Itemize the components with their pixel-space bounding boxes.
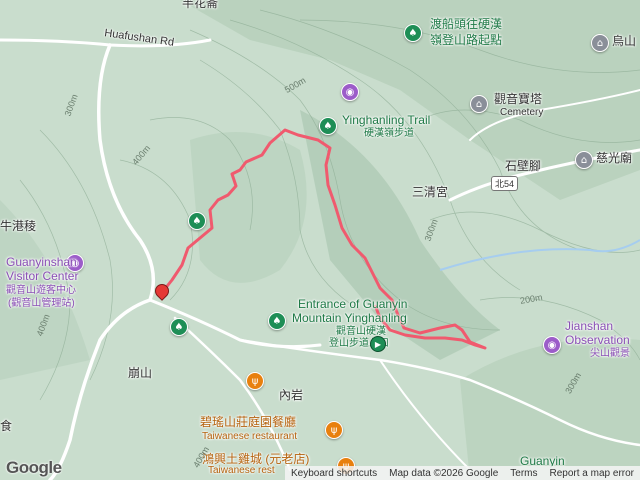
poi-jianshan-en1: Jianshan <box>565 319 614 333</box>
place-shibijiao: 石壁腳 <box>505 159 542 173</box>
wushan-marker-icon[interactable]: ⌂ <box>591 34 609 52</box>
entrance-trail-marker-icon[interactable]: ♠ <box>268 312 286 330</box>
place-sanqinggong: 三清宮 <box>412 185 449 199</box>
poi-pagoda-zh: 觀音寶塔 <box>494 92 543 106</box>
trailhead-marker-icon[interactable]: ♠ <box>188 212 206 230</box>
poi-ferry-line1: 渡船頭往硬漢 <box>430 17 503 31</box>
poi-pagoda-en: Cemetery <box>500 107 544 118</box>
poi-ferry-line2: 嶺登山路起點 <box>430 33 503 47</box>
poi-entrance-en2: Mountain Yinghanling <box>292 311 407 325</box>
map-data-text: Map data ©2026 Google <box>389 467 499 479</box>
route-start-flag-icon[interactable]: ▶ <box>370 336 386 352</box>
poi-jianshan-zh: 尖山觀景 <box>590 348 630 359</box>
trail-marker-lower-icon[interactable]: ♠ <box>170 318 188 336</box>
map-footer: Keyboard shortcuts Map data ©2026 Google… <box>0 466 640 480</box>
poi-entrance-en1: Entrance of Guanyin <box>298 297 408 311</box>
restaurant-marker-icon-1[interactable]: ψ <box>246 372 264 390</box>
poi-yinghanling-en: Yinghanling Trail <box>342 113 431 127</box>
google-logo: Google <box>6 458 62 477</box>
terms-link[interactable]: Terms <box>504 468 543 479</box>
keyboard-shortcuts-link[interactable]: Keyboard shortcuts <box>285 468 383 479</box>
restaurant-marker-icon-2[interactable]: ψ <box>325 421 343 439</box>
poi-visitor-en1: Guanyinshan <box>6 255 77 269</box>
place-neiyan: 內岩 <box>279 388 304 402</box>
place-cihui: 慈光廟 <box>596 151 633 165</box>
poi-visitor-zh1: 觀音山遊客中心 <box>6 285 76 296</box>
poi-bilu-en: Taiwanese restaurant <box>202 431 298 442</box>
poi-visitor-zh2: (觀音山管理站) <box>8 298 75 309</box>
place-niugang: 牛港稜 <box>0 219 37 233</box>
attribution-bar: Keyboard shortcuts Map data ©2026 Google… <box>284 466 640 480</box>
place-banhualun: 半花崙 <box>182 0 219 10</box>
poi-visitor-en2: Visitor Center <box>6 269 79 283</box>
route-shield-54: 北54 <box>491 176 519 191</box>
report-error-link[interactable]: Report a map error <box>544 468 640 479</box>
place-wushan: 烏山 <box>612 34 637 48</box>
jianshan-marker-icon[interactable]: ◉ <box>543 336 561 354</box>
poi-jianshan-en2: Observation <box>565 333 630 347</box>
poi-yinghanling-zh: 硬漢嶺步道 <box>364 128 414 139</box>
poi-bilu-zh: 碧瑤山莊庭園餐廳 <box>200 415 297 429</box>
terrain-map[interactable] <box>0 0 640 480</box>
pagoda-marker-icon[interactable]: ⌂ <box>470 95 488 113</box>
place-bengshan: 崩山 <box>128 366 153 380</box>
ferry-trail-marker-icon[interactable]: ♠ <box>404 24 422 42</box>
temple-marker-icon[interactable]: ⌂ <box>575 151 593 169</box>
yinghanling-trail-marker-icon[interactable]: ♠ <box>319 117 337 135</box>
place-left-edge: 食 <box>0 419 13 433</box>
camera-marker-icon[interactable]: ◉ <box>341 83 359 101</box>
